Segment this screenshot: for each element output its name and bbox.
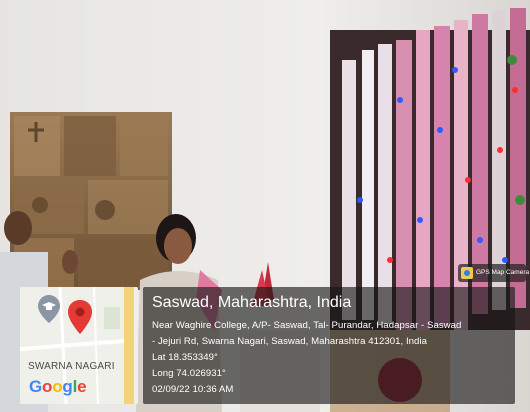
gps-camera-label: GPS Map Camera	[476, 269, 530, 276]
google-logo: Google	[29, 377, 87, 396]
location-overlay: SWARNA NAGARI Google Saswad, Maharashtra…	[20, 287, 515, 404]
location-title: Saswad, Maharashtra, India	[152, 294, 352, 311]
gps-camera-icon	[461, 267, 473, 279]
map-pin-icon	[68, 300, 92, 334]
map-thumbnail: SWARNA NAGARI Google	[20, 287, 138, 404]
address-line-1: Near Waghire College, A/P- Saswad, Tal- …	[152, 320, 462, 331]
longitude-text: Long 74.026931°	[152, 368, 226, 379]
graduation-cap-icon	[38, 295, 60, 323]
map-area-label: SWARNA NAGARI	[28, 361, 115, 372]
timestamp-text: 02/09/22 10:36 AM	[152, 384, 234, 395]
location-info-panel: Saswad, Maharashtra, India Near Waghire …	[143, 287, 515, 404]
address-line-2: - Jejuri Rd, Swarna Nagari, Saswad, Maha…	[152, 336, 428, 347]
latitude-text: Lat 18.353349°	[152, 352, 218, 363]
gps-camera-badge: GPS Map Camera	[458, 264, 530, 282]
